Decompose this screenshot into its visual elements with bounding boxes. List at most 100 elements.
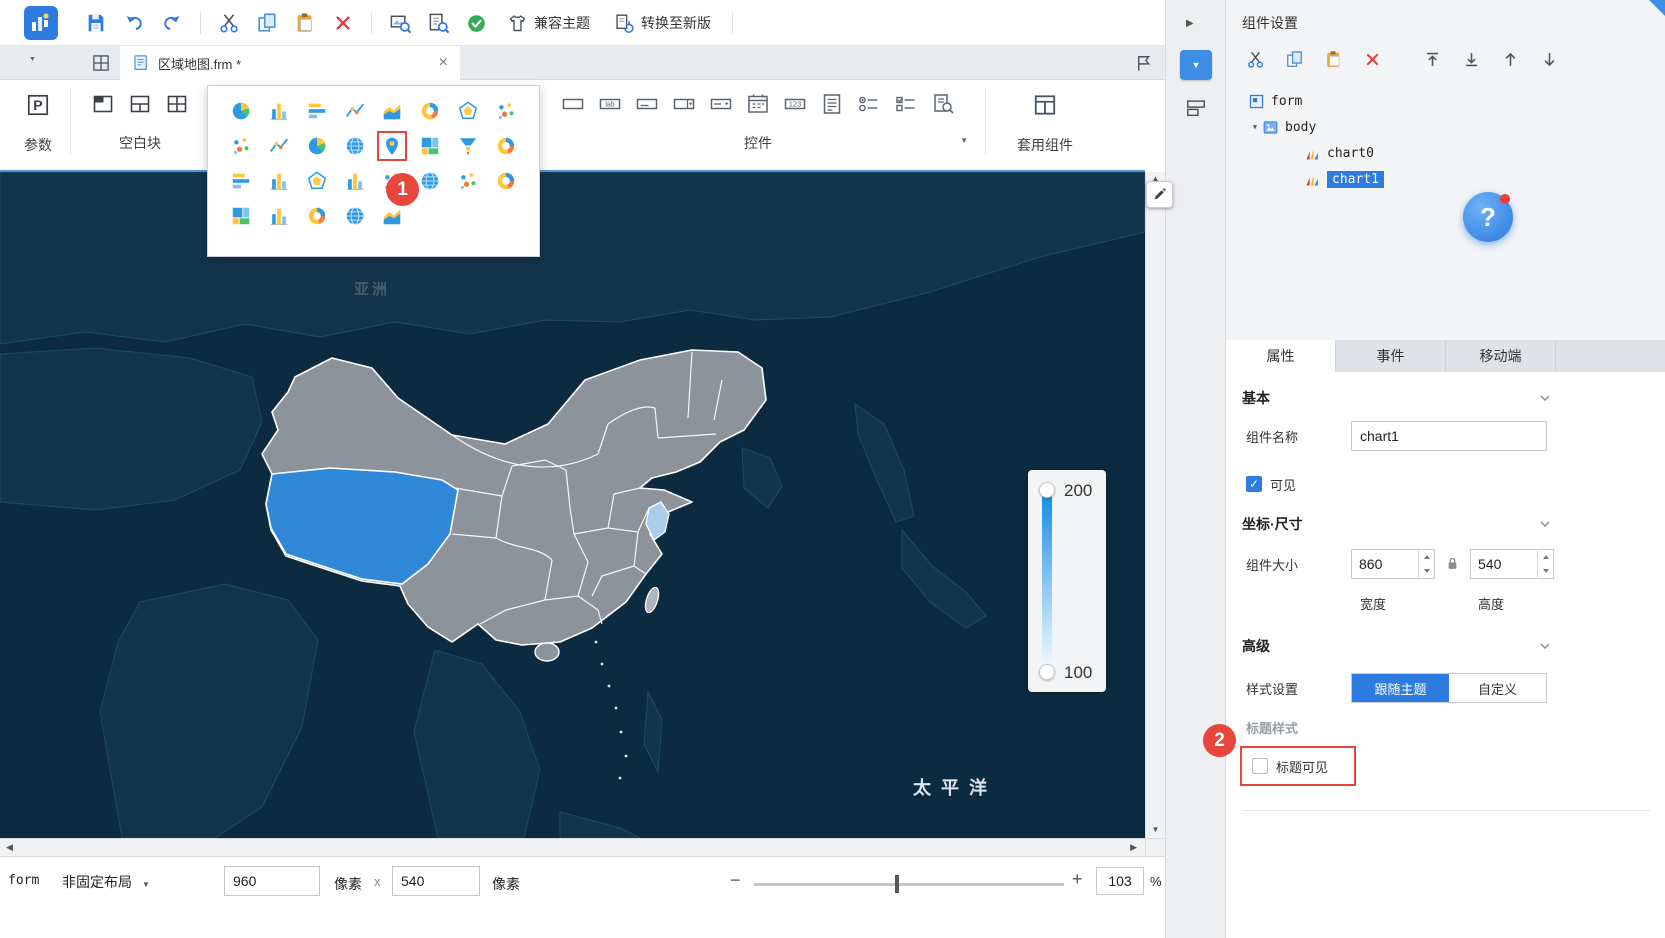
title-visible-checkbox[interactable] (1252, 758, 1268, 774)
tree-item-form[interactable]: form (1226, 88, 1665, 114)
zoom-in-button[interactable]: + (1072, 869, 1083, 890)
expander-caret[interactable]: ▼ (1248, 123, 1262, 131)
copy-node-button[interactable] (1281, 46, 1307, 72)
position-flag-button[interactable] (1128, 49, 1158, 77)
blank-block-button[interactable] (87, 88, 119, 120)
vertical-scrollbar[interactable]: ▲ ▼ (1145, 172, 1165, 838)
canvas-width-input[interactable] (224, 866, 320, 896)
tree-item-chart0[interactable]: chart0 (1226, 140, 1665, 166)
rose-pie-chart-icon[interactable] (304, 133, 330, 159)
point-map-chart-icon[interactable] (379, 133, 405, 159)
bar-chart-icon[interactable] (304, 98, 330, 124)
horizontal-scrollbar[interactable]: ◀ ▶ (0, 838, 1145, 856)
custom-style-option[interactable]: 自定义 (1449, 674, 1546, 702)
combo-box-icon[interactable] (705, 88, 737, 120)
pie-chart-icon[interactable] (228, 98, 254, 124)
save-button[interactable] (80, 7, 112, 39)
edit-component-button[interactable] (1146, 181, 1173, 208)
stock-chart-icon[interactable] (266, 168, 292, 194)
follow-theme-option[interactable]: 跟随主题 (1352, 674, 1449, 702)
scroll-right-icon[interactable]: ▶ (1130, 842, 1137, 853)
frame-chart-icon[interactable] (228, 203, 254, 229)
section-advanced[interactable]: 高级 (1242, 630, 1650, 662)
convert-new-version-button[interactable]: 转换至新版 (605, 7, 720, 39)
legend-bottom-knob[interactable] (1039, 664, 1055, 680)
undo-button[interactable] (118, 7, 150, 39)
scroll-down-icon[interactable]: ▼ (1146, 825, 1165, 834)
label-widget-icon[interactable] (594, 88, 626, 120)
zoom-percent-input[interactable] (1096, 867, 1144, 895)
scroll-left-icon[interactable]: ◀ (6, 842, 13, 853)
treemap-chart-icon[interactable] (417, 133, 443, 159)
earth-chart-icon[interactable] (417, 168, 443, 194)
image-search-button[interactable] (384, 7, 416, 39)
logo-dropdown-caret-icon[interactable]: ▼ (29, 56, 36, 63)
line-chart-icon[interactable] (342, 98, 368, 124)
tab-events[interactable]: 事件 (1336, 340, 1446, 372)
app-logo[interactable] (24, 6, 58, 40)
apply-component-button[interactable] (1028, 88, 1062, 122)
component-name-input[interactable] (1351, 421, 1547, 451)
layout-panel-button[interactable] (1181, 94, 1211, 122)
layout-mode-dropdown[interactable]: 非固定布局 ▼ (62, 872, 150, 892)
width-input[interactable] (1352, 550, 1418, 578)
radar-chart-icon[interactable] (455, 98, 481, 124)
dropdown-icon[interactable] (668, 88, 700, 120)
delete-node-button[interactable] (1359, 46, 1385, 72)
dashboard-chart-icon[interactable] (417, 98, 443, 124)
area-chart-icon[interactable] (379, 98, 405, 124)
tab-close-icon[interactable]: × (439, 55, 448, 71)
split-block-button[interactable] (124, 88, 156, 120)
move-to-bottom-button[interactable] (1458, 46, 1484, 72)
step-down-icon[interactable] (1538, 564, 1553, 578)
lock-ratio-icon[interactable] (1444, 555, 1461, 572)
redo-button[interactable] (156, 7, 188, 39)
radio-group-icon[interactable] (853, 88, 885, 120)
combo-chart-icon[interactable] (266, 133, 292, 159)
document-search-button[interactable] (422, 7, 454, 39)
scatter-chart-icon[interactable] (493, 98, 519, 124)
step-down-icon[interactable] (1419, 564, 1434, 578)
width-stepper[interactable] (1351, 549, 1435, 579)
number-field-icon[interactable] (779, 88, 811, 120)
canvas-height-input[interactable] (392, 866, 480, 896)
text-area-icon[interactable] (631, 88, 663, 120)
height-input[interactable] (1471, 550, 1537, 578)
visible-checkbox[interactable]: ✓ (1246, 476, 1262, 492)
checkbox-group-icon[interactable] (890, 88, 922, 120)
move-up-button[interactable] (1497, 46, 1523, 72)
tab-region-map[interactable]: 区域地图.frm * × (120, 46, 460, 80)
zoom-slider-track[interactable] (754, 883, 1064, 886)
cut-node-button[interactable] (1242, 46, 1268, 72)
form-canvas[interactable]: 亚洲 太平洋 200 100 (0, 172, 1145, 838)
tab-properties[interactable]: 属性 (1226, 340, 1336, 372)
paste-node-button[interactable] (1320, 46, 1346, 72)
gis-map-chart-icon[interactable] (493, 133, 519, 159)
date-picker-icon[interactable] (742, 88, 774, 120)
height-stepper[interactable] (1470, 549, 1554, 579)
circle-packing-chart-icon[interactable] (342, 203, 368, 229)
funnel-chart-icon[interactable] (455, 133, 481, 159)
query-widget-icon[interactable] (927, 88, 959, 120)
custom-chart-icon[interactable] (455, 168, 481, 194)
text-field-icon[interactable] (557, 88, 589, 120)
copy-button[interactable] (251, 7, 283, 39)
tree-item-body[interactable]: ▼ body (1226, 114, 1665, 140)
cut-button[interactable] (213, 7, 245, 39)
ring-chart-icon[interactable] (493, 168, 519, 194)
tab-mobile[interactable]: 移动端 (1446, 340, 1556, 372)
spiral-chart-icon[interactable] (304, 203, 330, 229)
legend-top-knob[interactable] (1039, 482, 1055, 498)
move-down-button[interactable] (1536, 46, 1562, 72)
grid-block-button[interactable] (161, 88, 193, 120)
window-grid-button[interactable] (86, 49, 116, 77)
step-up-icon[interactable] (1419, 550, 1434, 564)
word-cloud-chart-icon[interactable] (266, 203, 292, 229)
parameter-pane-button[interactable] (21, 88, 55, 122)
validate-button[interactable] (460, 7, 492, 39)
multi-axis-chart-icon[interactable] (342, 168, 368, 194)
move-to-top-button[interactable] (1419, 46, 1445, 72)
tree-item-chart1[interactable]: chart1 (1226, 166, 1665, 192)
zoom-slider-handle[interactable] (895, 875, 899, 893)
expand-panel-icon[interactable]: ▶ (1186, 18, 1194, 29)
